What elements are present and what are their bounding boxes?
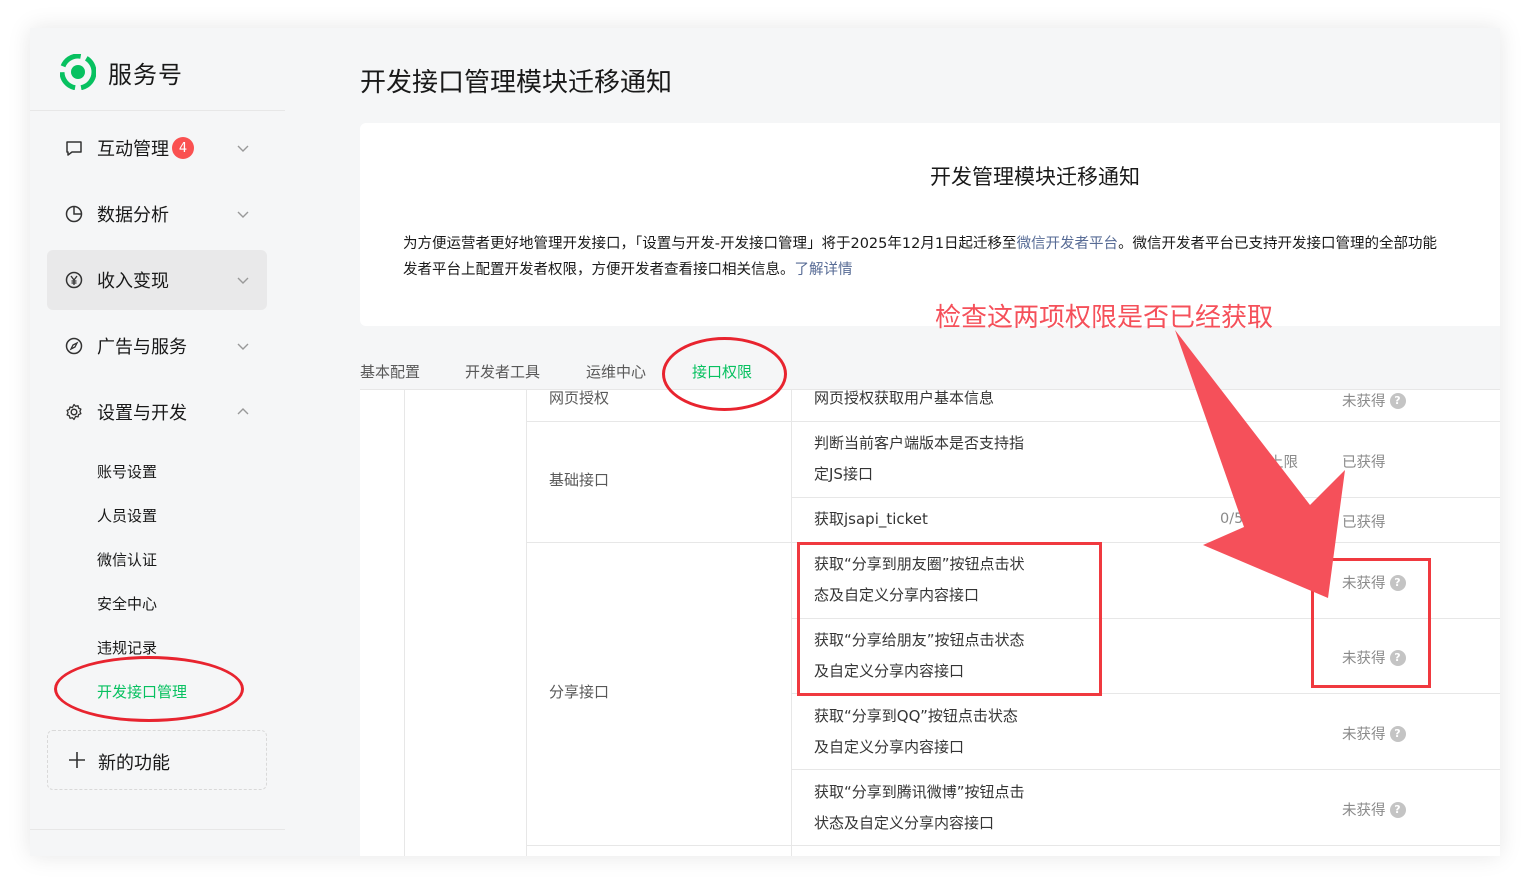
annotation-arrow-icon xyxy=(1175,330,1345,598)
arrow-shape xyxy=(1175,330,1345,598)
